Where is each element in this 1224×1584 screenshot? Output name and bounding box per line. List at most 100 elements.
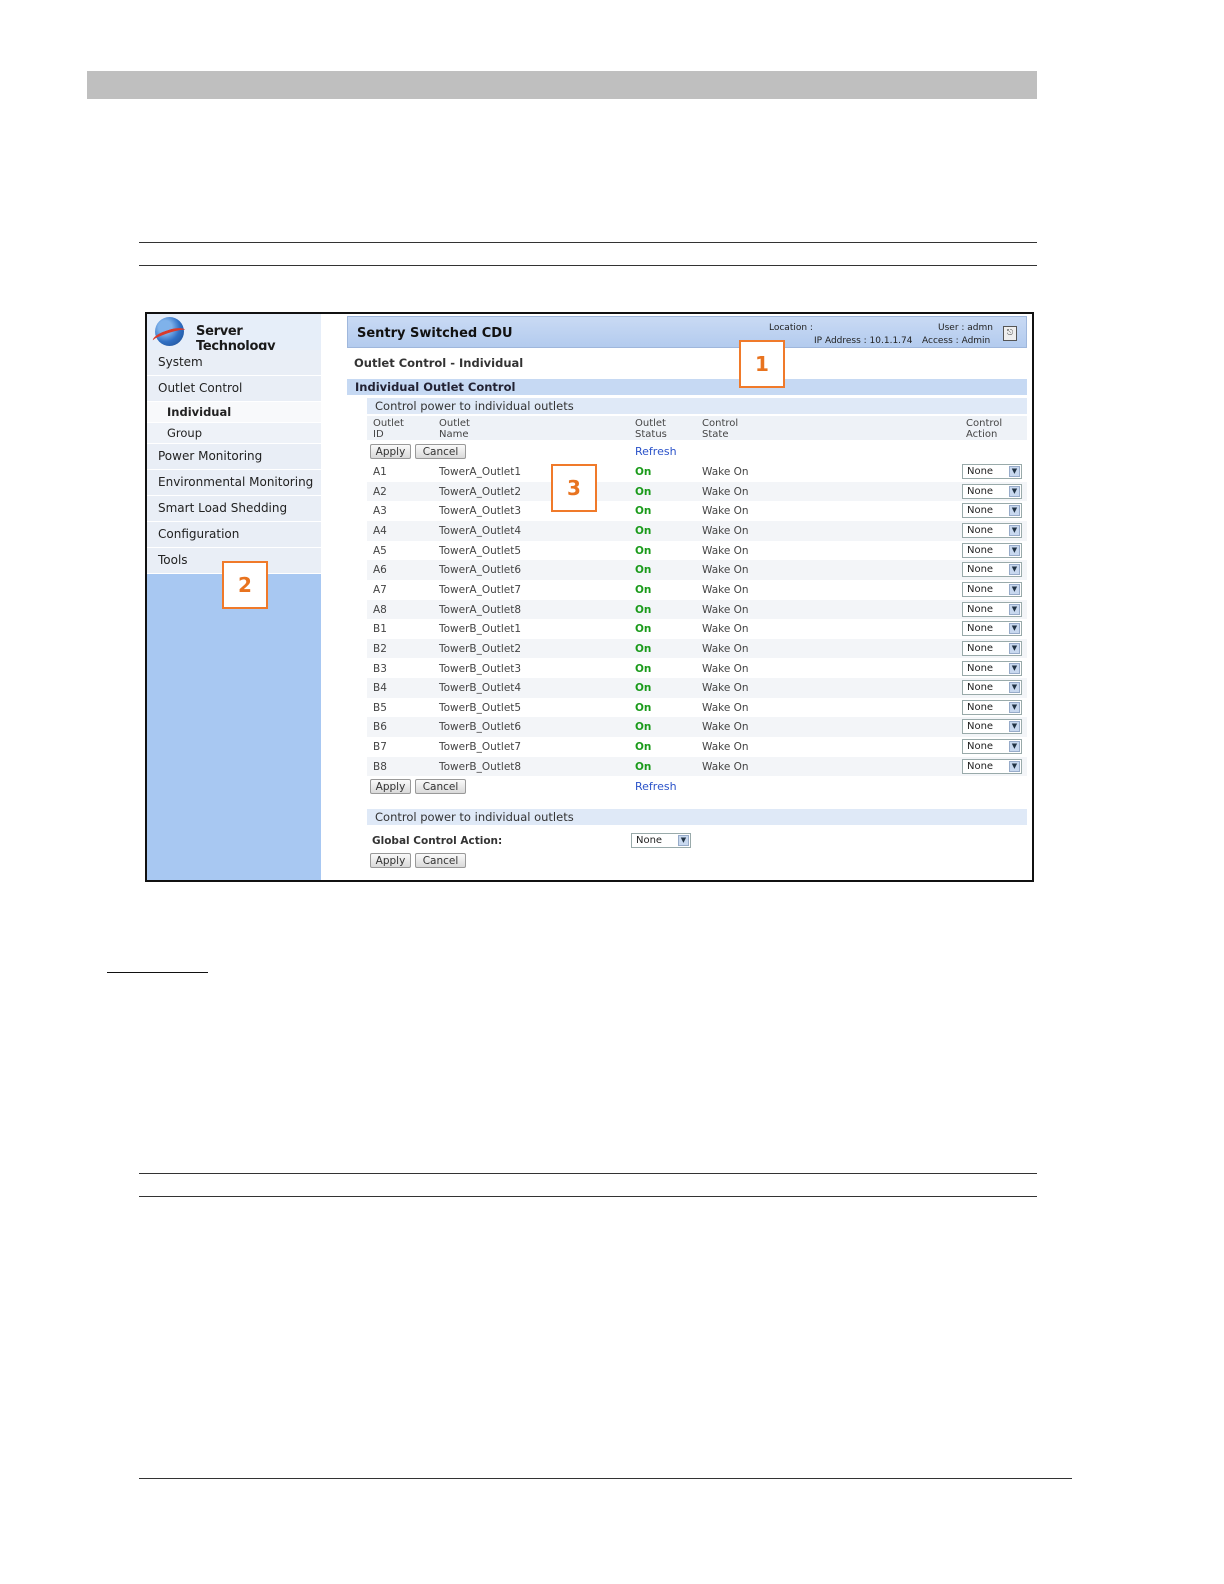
outlet-name: TowerA_Outlet4 [439,524,522,537]
sidebar-item-group[interactable]: Group [147,423,321,444]
sidebar-item-individual[interactable]: Individual [147,402,321,423]
control-action-select[interactable]: None ▼ [962,522,1022,538]
control-state: Wake On [702,564,749,577]
control-action-select[interactable]: None ▼ [962,542,1022,558]
refresh-link[interactable]: Refresh [635,445,677,458]
control-action-value: None [967,544,994,556]
document-header-bar [87,71,1037,99]
outlet-id: B4 [373,682,387,695]
control-action-value: None [967,701,994,713]
outlet-id: A2 [373,485,387,498]
sidebar-nav: System Outlet Control Individual Group P… [147,350,321,574]
logout-icon[interactable]: ⎋ [1003,326,1017,341]
outlet-name: TowerA_Outlet3 [439,505,522,518]
control-action-value: None [967,505,994,517]
outlet-id: B3 [373,662,387,675]
control-state: Wake On [702,701,749,714]
table-row: B4 TowerB_Outlet4 On Wake On None ▼ [367,678,1027,698]
outlet-name: TowerB_Outlet5 [439,701,522,714]
outlet-name: TowerA_Outlet8 [439,603,522,616]
table-row: A3 TowerA_Outlet3 On Wake On None ▼ [367,501,1027,521]
outlet-id: A7 [373,583,387,596]
control-action-select[interactable]: None ▼ [962,562,1022,578]
control-action-value: None [967,524,994,536]
control-state: Wake On [702,485,749,498]
sidebar-item-configuration[interactable]: Configuration [147,522,321,548]
global-control-label: Global Control Action: [372,835,503,847]
chevron-down-icon: ▼ [1009,623,1020,635]
control-state: Wake On [702,623,749,636]
outlet-name: TowerB_Outlet4 [439,682,522,695]
outlet-id: B2 [373,642,387,655]
refresh-link[interactable]: Refresh [635,780,677,793]
control-action-select[interactable]: None ▼ [962,464,1022,479]
access-label: Access : Admin [922,336,991,346]
outlet-id: A5 [373,544,387,557]
column-header-name: Outlet Name [439,418,470,440]
divider [139,1173,1037,1174]
outlet-id: A4 [373,524,387,537]
column-header-state: Control State [702,418,739,440]
outlet-status: On [635,760,652,773]
outlet-id: A1 [373,466,387,478]
page-title: Outlet Control - Individual [354,356,524,370]
chevron-down-icon: ▼ [1009,662,1020,674]
global-control-select[interactable]: None ▼ [631,833,691,848]
divider [139,242,1037,243]
control-action-select[interactable]: None ▼ [962,660,1022,676]
outlet-status: On [635,603,652,616]
outlet-id: A3 [373,505,387,518]
global-control-value: None [636,835,663,846]
outlet-status: On [635,662,652,675]
control-action-select[interactable]: None ▼ [962,680,1022,696]
control-action-value: None [967,583,994,595]
chevron-down-icon: ▼ [1009,721,1020,733]
chevron-down-icon: ▼ [1009,701,1020,713]
table-row: B7 TowerB_Outlet7 On Wake On None ▼ [367,737,1027,757]
cancel-button[interactable]: Cancel [415,853,466,868]
sidebar-item-outlet-control[interactable]: Outlet Control [147,376,321,402]
control-action-select[interactable]: None ▼ [962,640,1022,656]
cancel-button[interactable]: Cancel [415,779,466,794]
control-action-select[interactable]: None ▼ [962,483,1022,499]
control-action-value: None [967,682,994,694]
table-row: B6 TowerB_Outlet6 On Wake On None ▼ [367,717,1027,738]
control-action-select[interactable]: None ▼ [962,621,1022,637]
control-action-select[interactable]: None ▼ [962,758,1022,774]
outlet-status: On [635,564,652,577]
sidebar-item-smart-load-shedding[interactable]: Smart Load Shedding [147,496,321,522]
control-action-select[interactable]: None ▼ [962,699,1022,715]
table-row: A5 TowerA_Outlet5 On Wake On None ▼ [367,541,1027,561]
apply-button[interactable]: Apply [370,444,411,459]
cancel-button[interactable]: Cancel [415,444,466,459]
chevron-down-icon: ▼ [1009,485,1020,497]
table-row: B2 TowerB_Outlet2 On Wake On None ▼ [367,638,1027,659]
sidebar-item-environmental-monitoring[interactable]: Environmental Monitoring [147,470,321,496]
apply-button[interactable]: Apply [370,853,411,868]
table-row: B3 TowerB_Outlet3 On Wake On None ▼ [367,659,1027,679]
control-action-select[interactable]: None ▼ [962,739,1022,755]
control-action-select[interactable]: None ▼ [962,601,1022,617]
outlet-status: On [635,721,652,734]
control-state: Wake On [702,642,749,655]
main-content: Sentry Switched CDU Location : IP Addres… [323,314,1032,880]
chevron-down-icon: ▼ [678,835,689,846]
control-action-select[interactable]: None ▼ [962,503,1022,519]
control-state: Wake On [702,682,749,695]
underline-mark [107,972,208,973]
control-action-select[interactable]: None ▼ [962,581,1022,597]
column-header-status: Outlet Status [635,418,667,440]
table-row: A6 TowerA_Outlet6 On Wake On None ▼ [367,560,1027,580]
chevron-down-icon: ▼ [1009,682,1020,694]
control-action-select[interactable]: None ▼ [962,719,1022,735]
control-action-value: None [967,721,994,733]
control-state: Wake On [702,760,749,773]
outlet-name: TowerA_Outlet1 [439,466,522,478]
sidebar-item-power-monitoring[interactable]: Power Monitoring [147,444,321,470]
apply-button[interactable]: Apply [370,779,411,794]
outlet-name: TowerA_Outlet6 [439,564,522,577]
control-state: Wake On [702,603,749,616]
table-row: A7 TowerA_Outlet7 On Wake On None ▼ [367,580,1027,600]
sidebar-item-system[interactable]: System [147,350,321,376]
footer-divider [139,1478,1072,1479]
